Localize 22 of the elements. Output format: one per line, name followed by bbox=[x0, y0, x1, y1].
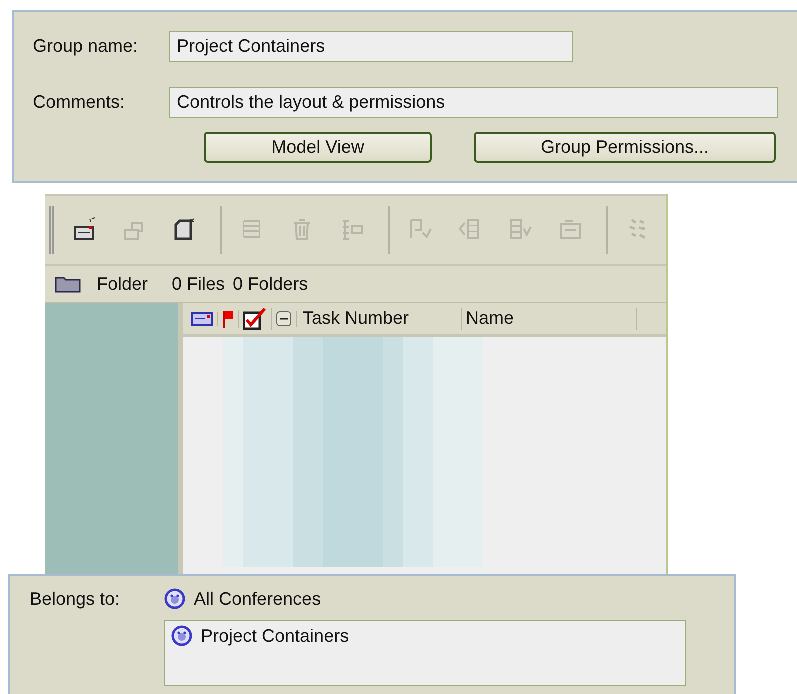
collapse-icon[interactable] bbox=[276, 310, 292, 326]
checkbox-icon[interactable] bbox=[243, 308, 267, 330]
list-item[interactable]: Project Containers bbox=[201, 626, 350, 646]
group-icon bbox=[164, 588, 186, 610]
model-view-button[interactable]: Model View bbox=[204, 132, 432, 163]
column-header[interactable]: Task Number bbox=[299, 308, 462, 330]
file-count: 0 Files bbox=[172, 274, 226, 294]
folder-count: 0 Folders bbox=[233, 274, 308, 294]
group-name-field[interactable]: Project Containers bbox=[169, 31, 573, 62]
field-label: Comments: bbox=[33, 92, 126, 113]
comments-field[interactable]: Controls the layout & permissions bbox=[169, 87, 778, 118]
card-icon[interactable] bbox=[191, 312, 213, 326]
parent-group[interactable]: All Conferences bbox=[194, 588, 322, 610]
group-icon bbox=[171, 625, 193, 647]
group-permissions-button[interactable]: Group Permissions... bbox=[474, 132, 776, 163]
field-label: Group name: bbox=[33, 36, 140, 57]
column-header[interactable]: Name bbox=[462, 308, 637, 330]
folder-icon bbox=[55, 275, 81, 293]
folder-label: Folder bbox=[97, 274, 148, 294]
belongs-label: Belongs to: bbox=[30, 588, 122, 610]
toolbar-grip-icon[interactable] bbox=[49, 206, 54, 254]
flag-icon[interactable] bbox=[222, 310, 234, 328]
